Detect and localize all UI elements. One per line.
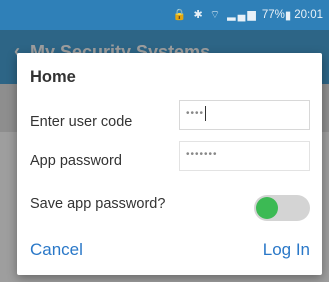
app-password-value: ••••••• bbox=[186, 149, 218, 160]
dialog-title: Home bbox=[30, 68, 76, 86]
save-password-label: Save app password? bbox=[30, 196, 166, 212]
toggle-knob bbox=[256, 197, 278, 219]
battery-icon: ▮ bbox=[284, 10, 292, 22]
app-password-field[interactable]: ••••••• bbox=[179, 141, 310, 171]
status-icons: 🔒 ✱ ⌔ ▂▄▆ bbox=[172, 9, 258, 21]
save-password-toggle[interactable] bbox=[254, 195, 310, 221]
user-code-field[interactable]: •••• bbox=[179, 100, 310, 130]
cancel-button[interactable]: Cancel bbox=[30, 240, 83, 260]
user-code-label: Enter user code bbox=[30, 114, 133, 130]
text-caret bbox=[205, 105, 207, 121]
battery-percent: 77% bbox=[261, 9, 285, 21]
login-dialog: Home Enter user code •••• App password •… bbox=[17, 53, 322, 275]
login-button[interactable]: Log In bbox=[263, 240, 310, 260]
user-code-value: •••• bbox=[186, 108, 205, 119]
status-time: 20:01 bbox=[294, 9, 323, 21]
app-password-label: App password bbox=[30, 153, 122, 169]
status-bar: 🔒 ✱ ⌔ ▂▄▆ 77% ▮ 20:01 bbox=[0, 0, 329, 30]
